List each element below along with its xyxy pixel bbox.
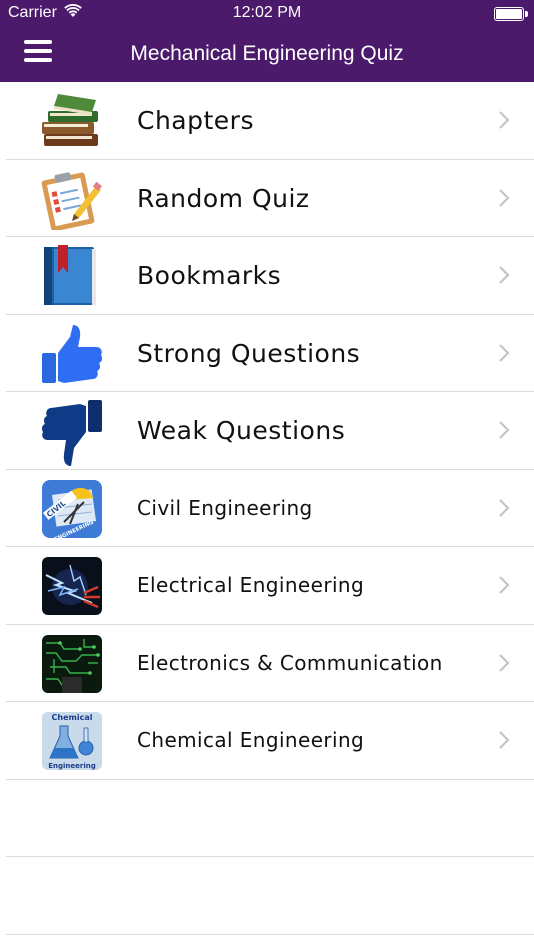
- list-item-label: Chapters: [137, 106, 254, 135]
- chemical-engineering-app-icon: Chemical Engineering: [40, 710, 104, 772]
- list-item-chemical-engineering[interactable]: Chemical Engineering Chemical Engineerin…: [0, 702, 534, 780]
- chevron-right-icon: [499, 576, 510, 594]
- civil-engineering-app-icon: CIVIL ENGINEERING: [40, 478, 104, 543]
- list-item-chapters[interactable]: Chapters: [0, 82, 534, 160]
- list-item-label: Strong Questions: [137, 338, 361, 368]
- chevron-right-icon: [499, 188, 510, 207]
- thumbs-up-icon: [40, 323, 104, 385]
- hamburger-menu-icon[interactable]: [24, 40, 56, 70]
- list-item-civil-engineering[interactable]: CIVIL ENGINEERING Civil Engineering: [0, 470, 534, 548]
- list-item-strong-questions[interactable]: Strong Questions: [0, 315, 534, 393]
- navigation-bar: Mechanical Engineering Quiz: [0, 28, 534, 82]
- list-item-label: Weak Questions: [137, 416, 346, 445]
- clock: 12:02 PM: [232, 4, 302, 21]
- list-item-label: Civil Engineering: [137, 495, 313, 520]
- clipboard-pencil-icon: [40, 168, 104, 231]
- electronics-circuit-app-icon: [40, 633, 104, 695]
- electrical-engineering-app-icon: [40, 555, 104, 617]
- battery-icon: [494, 7, 528, 21]
- list-item-weak-questions[interactable]: Weak Questions: [0, 392, 534, 470]
- chevron-right-icon: [499, 498, 510, 517]
- list-item-label: Bookmarks: [137, 261, 282, 290]
- list-item-random-quiz[interactable]: Random Quiz: [0, 160, 534, 238]
- chevron-right-icon: [499, 421, 510, 439]
- chevron-right-icon: [499, 343, 510, 362]
- empty-row: [0, 857, 534, 935]
- chevron-right-icon: [499, 111, 510, 129]
- list-item-label: Random Quiz: [137, 183, 310, 213]
- chemical-bottom-text: Engineering: [48, 762, 96, 770]
- list-item-electrical-engineering[interactable]: Electrical Engineering: [0, 547, 534, 625]
- thumbs-down-icon: [40, 400, 104, 466]
- page-title: Mechanical Engineering Quiz: [130, 42, 404, 65]
- list-item-bookmarks[interactable]: Bookmarks: [0, 237, 534, 315]
- chevron-right-icon: [499, 731, 510, 749]
- list-item-label: Electronics & Communication: [137, 650, 443, 675]
- status-bar: Carrier 12:02 PM: [0, 0, 534, 28]
- chevron-right-icon: [499, 266, 510, 284]
- books-icon: [40, 90, 104, 152]
- bookmark-book-icon: [40, 245, 104, 307]
- list-item-electronics-communication[interactable]: Electronics & Communication: [0, 625, 534, 703]
- empty-row: [0, 780, 534, 858]
- chevron-right-icon: [499, 653, 510, 672]
- menu-list: Chapters Random Quiz Bookmarks Strong Qu…: [0, 82, 534, 935]
- list-item-label: Chemical Engineering: [137, 728, 365, 752]
- list-item-label: Electrical Engineering: [137, 573, 365, 597]
- chemical-top-text: Chemical: [52, 713, 93, 722]
